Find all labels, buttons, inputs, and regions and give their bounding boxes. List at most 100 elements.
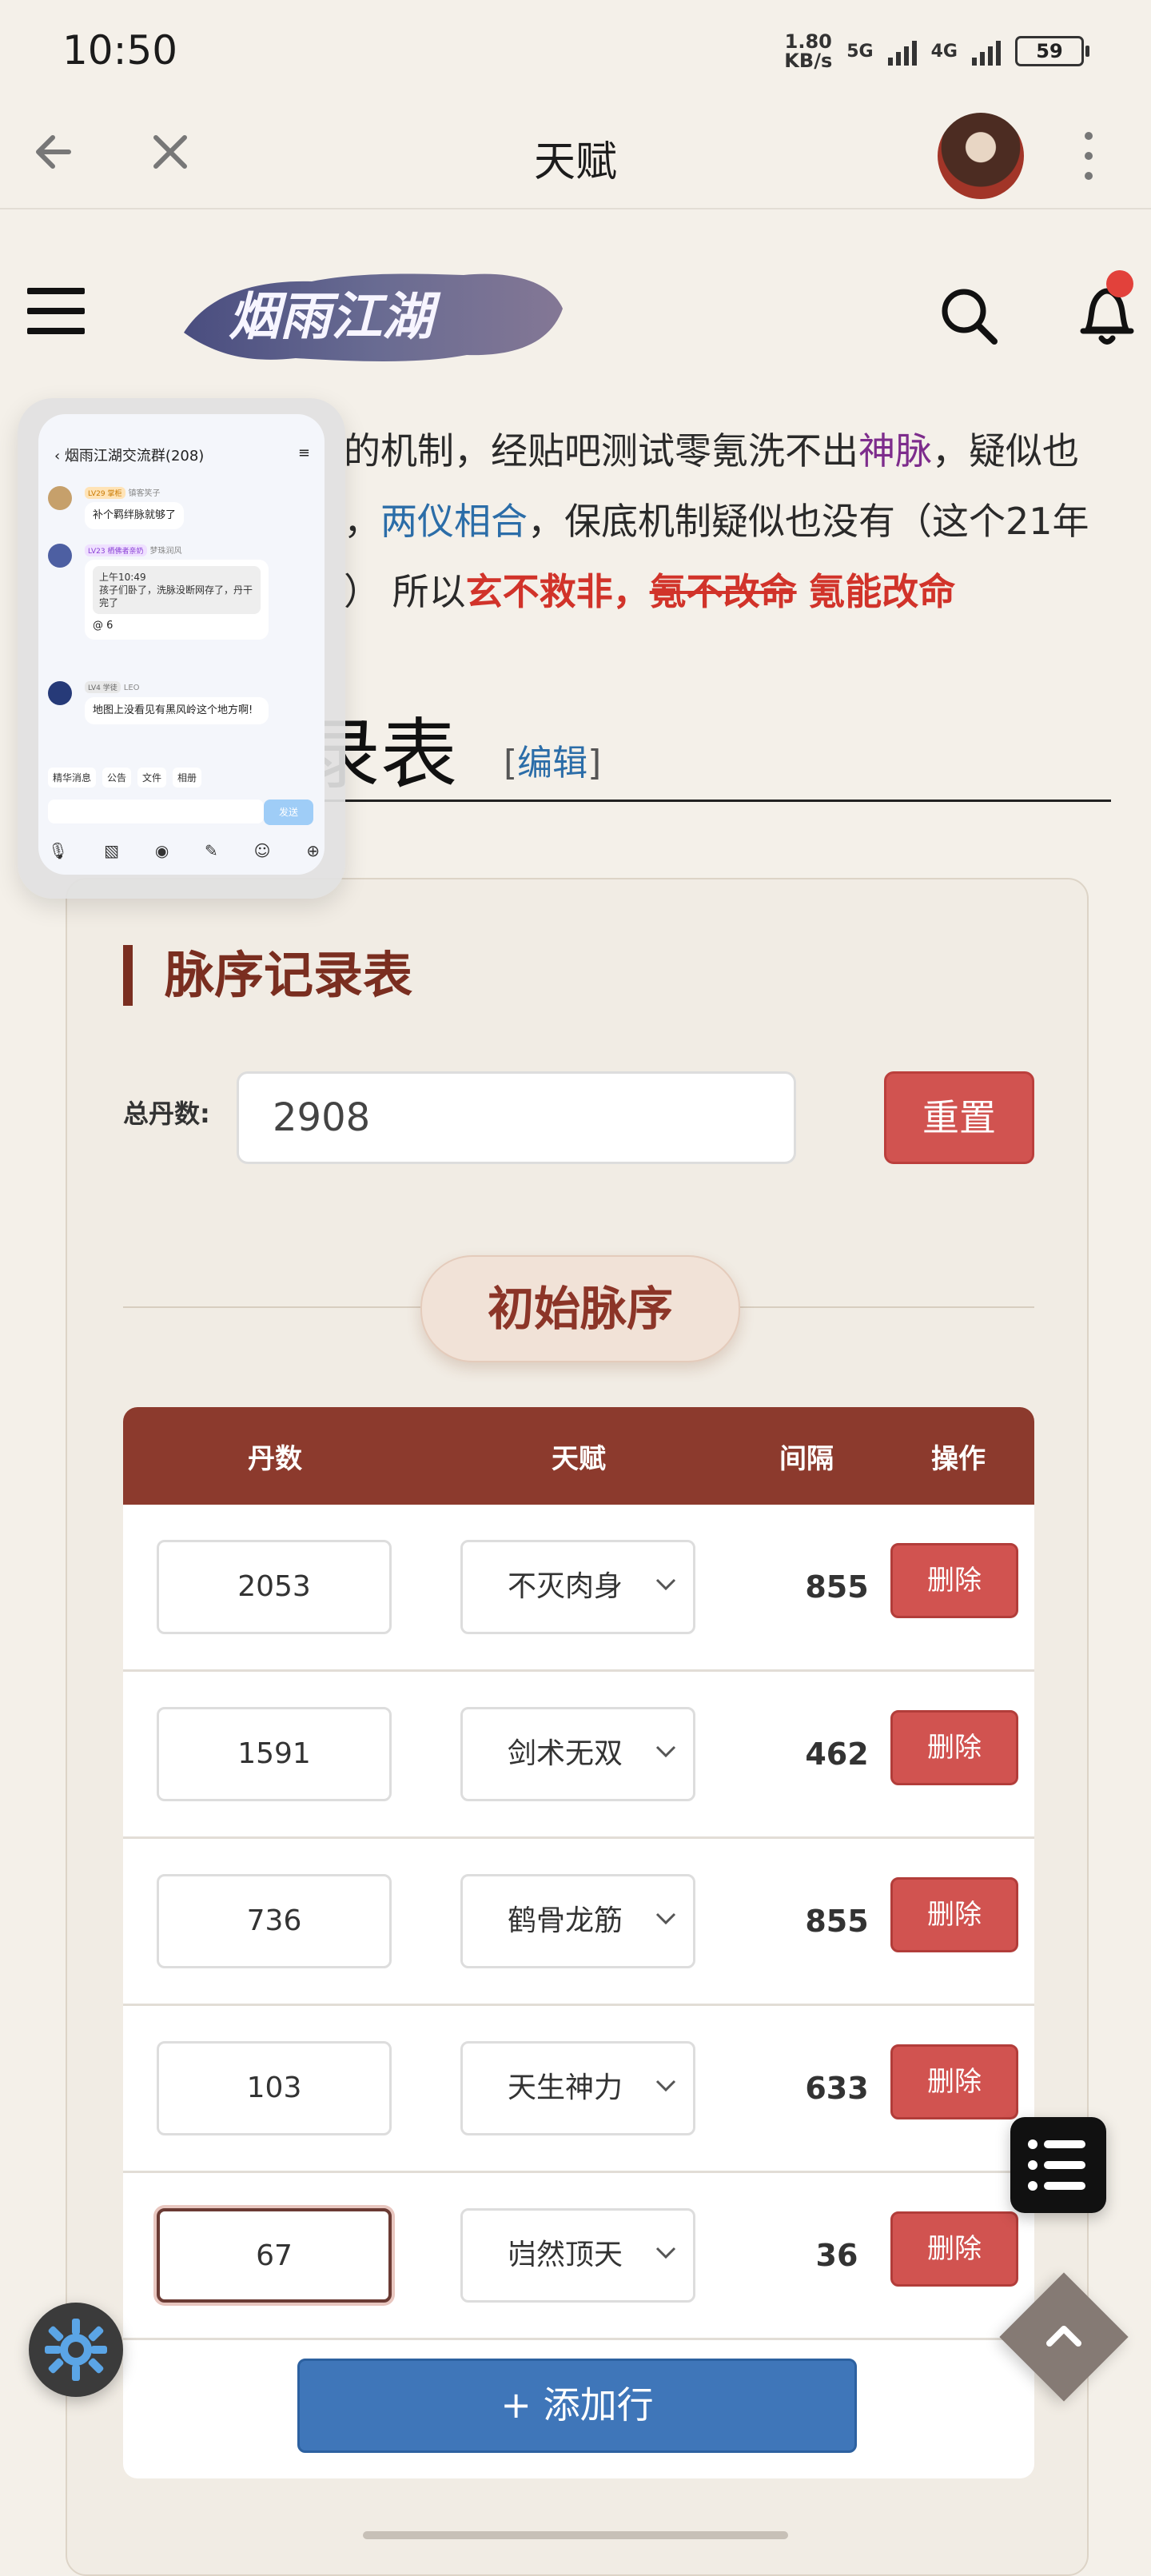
article-line2-prefix: ， bbox=[344, 500, 380, 543]
battery-icon: 59 bbox=[1015, 36, 1089, 66]
chat-quick-bar: 精华消息 公告 文件 相册 bbox=[48, 768, 320, 788]
article-line1-text: 的机制，经贴吧测试零氪洗不出 bbox=[344, 429, 858, 473]
emphasis-text: 玄不救非， bbox=[465, 570, 650, 613]
chat-back-icon[interactable]: ‹ bbox=[54, 448, 65, 465]
header-dan: 丹数 bbox=[248, 1442, 302, 1475]
table-row: 736 鹤骨龙筋 855 删除 bbox=[123, 1839, 1034, 2006]
microphone-icon[interactable]: 🎙 bbox=[48, 841, 68, 860]
section-heading: 录表 [编辑] bbox=[304, 688, 1111, 802]
talent-select[interactable]: 岿然顶天 bbox=[460, 2208, 695, 2303]
edit-link[interactable]: 编辑 bbox=[517, 743, 587, 784]
status-time: 10:50 bbox=[62, 27, 178, 74]
avatar[interactable] bbox=[935, 110, 1026, 201]
svg-text:烟雨江湖: 烟雨江湖 bbox=[229, 287, 441, 347]
home-indicator bbox=[363, 2531, 788, 2539]
sequence-table: 丹数 天赋 间隔 操作 2053 不灭肉身 855 删除 1591 剑术无双 4… bbox=[123, 1407, 1034, 2478]
level-badge: LV4 学徒 bbox=[85, 681, 121, 693]
article-line3-prefix: ） bbox=[344, 570, 380, 613]
floating-chat-preview[interactable]: ‹ 烟雨江湖交流群(208) ≡ LV29 掌柜 镇客笑子 补个羁绊脉就够了 LV… bbox=[38, 414, 325, 875]
dan-input-focused[interactable]: 67 bbox=[157, 2208, 392, 2303]
chat-toolbar: 🎙 ▧ ◉ ✎ ☺ ⊕ bbox=[48, 841, 320, 860]
list-icon bbox=[1028, 2139, 1085, 2191]
search-icon[interactable] bbox=[937, 284, 1001, 348]
emphasis-text-2: 氪能改命 bbox=[808, 570, 956, 613]
table-row: 67 岿然顶天 36 删除 bbox=[123, 2173, 1034, 2340]
table-row: 1591 剑术无双 462 删除 bbox=[123, 1672, 1034, 1839]
chevron-down-icon bbox=[655, 1578, 676, 1591]
delete-button[interactable]: 删除 bbox=[890, 2211, 1018, 2287]
article-line2-text: ，保底机制疑似也没有（这个21年 bbox=[528, 500, 1089, 543]
dan-input[interactable]: 1591 bbox=[157, 1707, 392, 1801]
signal-icon-1 bbox=[887, 37, 917, 66]
total-dan-label: 总丹数: bbox=[123, 1099, 210, 1129]
delete-button[interactable]: 删除 bbox=[890, 1877, 1018, 1952]
more-options-icon[interactable] bbox=[1077, 128, 1101, 184]
notification-badge bbox=[1106, 270, 1133, 297]
avatar bbox=[48, 486, 72, 510]
link-liangyi[interactable]: 两仪相合 bbox=[380, 500, 528, 543]
strikethrough-text: 氪不改命 bbox=[649, 570, 797, 613]
dan-input[interactable]: 736 bbox=[157, 1874, 392, 1968]
dan-input[interactable]: 103 bbox=[157, 2041, 392, 2135]
plus-icon[interactable]: ⊕ bbox=[306, 841, 320, 860]
talent-value: 剑术无双 bbox=[508, 1737, 623, 1770]
initial-sequence-divider: 初始脉序 bbox=[123, 1255, 1034, 1362]
table-of-contents-icon[interactable] bbox=[1010, 2117, 1106, 2213]
total-dan-input[interactable]: 2908 bbox=[237, 1071, 796, 1164]
quick-item[interactable]: 文件 bbox=[137, 768, 167, 788]
chat-sender: LV23 栖佛者亲奶 梦珠润风 bbox=[85, 544, 182, 556]
add-row-button[interactable]: + 添加行 bbox=[297, 2359, 857, 2453]
header-action: 操作 bbox=[931, 1442, 986, 1475]
chat-header: ‹ 烟雨江湖交流群(208) ≡ bbox=[54, 445, 310, 465]
talent-select[interactable]: 鹤骨龙筋 bbox=[460, 1874, 695, 1968]
hamburger-menu-icon[interactable] bbox=[27, 288, 85, 334]
talent-value: 鹤骨龙筋 bbox=[508, 1904, 623, 1937]
floating-chat-window[interactable]: ‹ 烟雨江湖交流群(208) ≡ LV29 掌柜 镇客笑子 补个羁绊脉就够了 LV… bbox=[18, 398, 345, 899]
table-row: 103 天生神力 633 删除 bbox=[123, 2006, 1034, 2173]
level-badge: LV23 栖佛者亲奶 bbox=[85, 544, 147, 556]
status-indicators: 1.80 KB/s 5G 4G 59 bbox=[784, 32, 1089, 70]
sender-name: LEO bbox=[123, 684, 140, 692]
edit-bracket-open: [ bbox=[504, 743, 518, 784]
delete-button[interactable]: 删除 bbox=[890, 1710, 1018, 1785]
dan-input[interactable]: 2053 bbox=[157, 1540, 392, 1634]
quick-item[interactable]: 公告 bbox=[102, 768, 132, 788]
panel-title: 脉序记录表 bbox=[123, 945, 412, 1006]
chat-sender: LV29 掌柜 镇客笑子 bbox=[85, 486, 161, 499]
chat-title: 烟雨江湖交流群(208) bbox=[64, 448, 205, 465]
talent-select[interactable]: 不灭肉身 bbox=[460, 1540, 695, 1634]
sender-name: 镇客笑子 bbox=[128, 489, 161, 498]
header-talent: 天赋 bbox=[552, 1442, 606, 1475]
article-line3-text: 所以 bbox=[392, 570, 466, 613]
talent-select[interactable]: 剑术无双 bbox=[460, 1707, 695, 1801]
file-icon[interactable]: ✎ bbox=[205, 841, 218, 860]
link-shenmai[interactable]: 神脉 bbox=[858, 429, 932, 473]
image-icon[interactable]: ▧ bbox=[104, 841, 119, 860]
chevron-down-icon bbox=[655, 2080, 676, 2092]
settings-gear-icon[interactable] bbox=[29, 2303, 123, 2397]
chat-bubble: 补个羁绊脉就够了 bbox=[85, 502, 185, 529]
talent-select[interactable]: 天生神力 bbox=[460, 2041, 695, 2135]
table-header: 丹数 天赋 间隔 操作 bbox=[123, 1407, 1034, 1505]
camera-icon[interactable]: ◉ bbox=[155, 841, 169, 860]
talent-value: 岿然顶天 bbox=[508, 2239, 623, 2271]
quick-item[interactable]: 相册 bbox=[173, 768, 202, 788]
emoji-icon[interactable]: ☺ bbox=[254, 841, 271, 860]
avatar bbox=[48, 544, 72, 568]
app-bar: 天赋 bbox=[0, 104, 1151, 209]
chat-bubble: 地图上没看见有黑风岭这个地方啊! bbox=[85, 697, 269, 724]
send-button[interactable]: 发送 bbox=[264, 800, 313, 825]
delete-button[interactable]: 删除 bbox=[890, 1543, 1018, 1618]
delete-button[interactable]: 删除 bbox=[890, 2044, 1018, 2119]
chevron-down-icon bbox=[655, 2247, 676, 2259]
reset-button[interactable]: 重置 bbox=[884, 1071, 1034, 1164]
chat-menu-icon[interactable]: ≡ bbox=[298, 445, 310, 461]
network-type-2: 4G bbox=[930, 41, 958, 62]
quick-item[interactable]: 精华消息 bbox=[48, 768, 97, 788]
edit-bracket-close: ] bbox=[587, 743, 602, 784]
site-logo[interactable]: 烟雨江湖 bbox=[176, 256, 568, 376]
article-text: 的机制，经贴吧测试零氪洗不出神脉，疑似也 ，两仪相合，保底机制疑似也没有（这个2… bbox=[344, 416, 1111, 627]
site-header: 烟雨江湖 bbox=[0, 240, 1151, 400]
initial-sequence-title: 初始脉序 bbox=[420, 1255, 740, 1362]
chat-input[interactable] bbox=[48, 800, 264, 823]
